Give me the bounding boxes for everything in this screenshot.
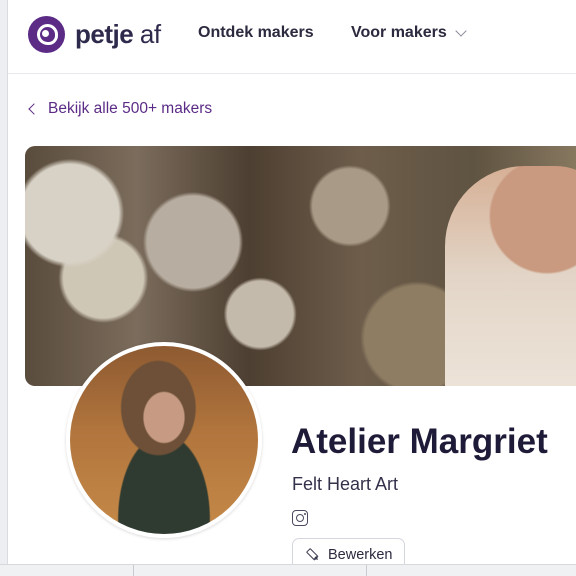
profile-name: Atelier Margriet [291,422,548,461]
back-to-makers-link[interactable]: Bekijk alle 500+ makers [28,100,213,118]
brand-logo-main: petje [75,19,134,49]
instagram-icon[interactable] [292,510,308,526]
profile-avatar [66,342,262,538]
chevron-left-icon [28,103,40,115]
banner-person-figure [445,166,576,386]
petje-af-logo-icon [28,16,65,53]
profile-banner-image [25,146,576,386]
edit-button-label: Bewerken [328,547,393,563]
window-edge [0,0,8,576]
pencil-icon [303,545,323,565]
back-link-label: Bekijk alle 500+ makers [48,100,213,117]
browser-bottom-bar [0,564,576,576]
nav-voor-makers-label: Voor makers [351,24,447,41]
brand-logo-suffix: af [139,19,161,49]
nav-ontdek-makers[interactable]: Ontdek makers [198,24,314,42]
nav-voor-makers[interactable]: Voor makers [351,24,467,42]
brand-logo[interactable]: petje af [28,16,161,53]
chevron-down-icon [455,25,467,37]
profile-subtitle: Felt Heart Art [292,474,399,494]
top-navigation-bar: petje af Ontdek makers Voor makers [8,0,576,74]
brand-logo-text: petje af [75,19,161,50]
